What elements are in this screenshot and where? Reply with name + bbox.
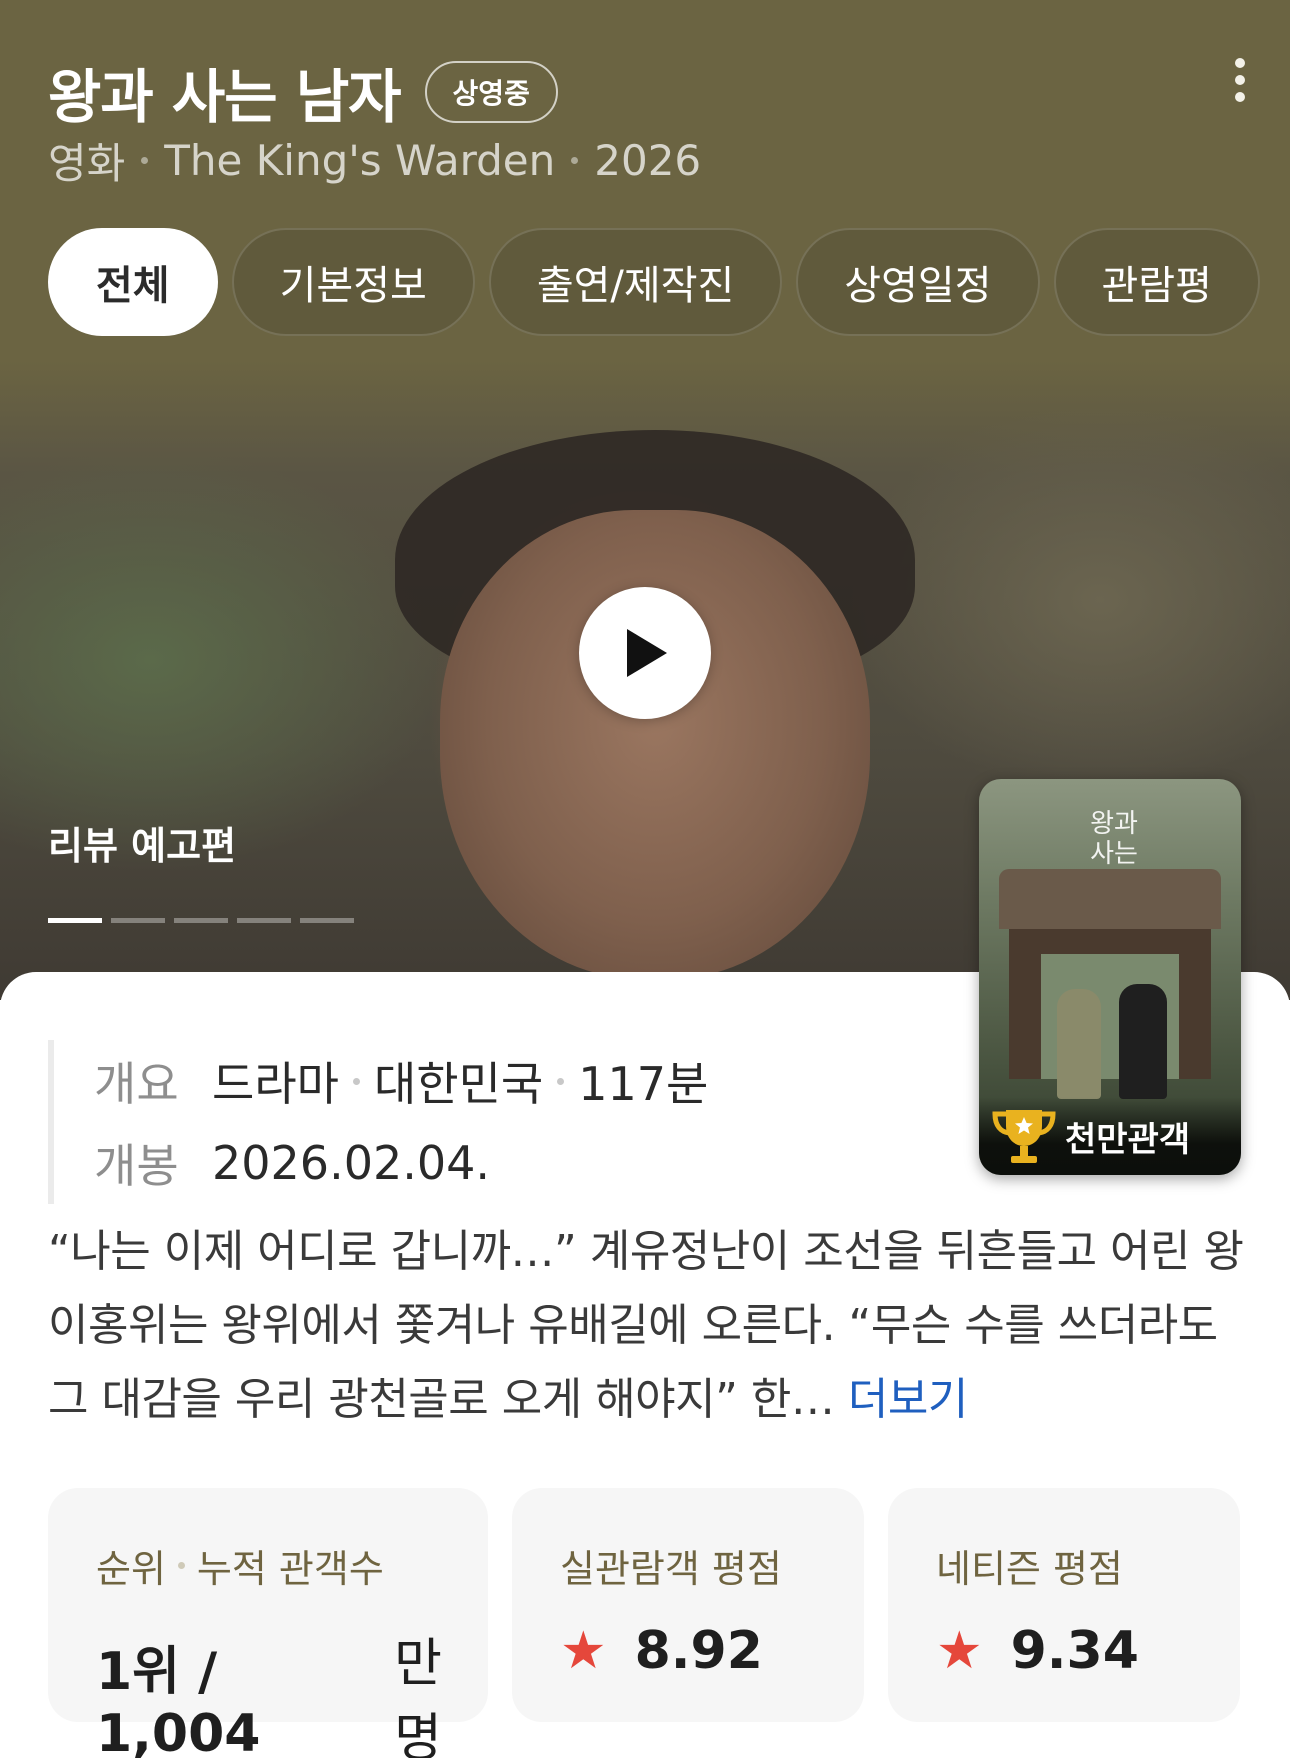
rank-label: 순위 <box>96 1547 166 1591</box>
play-button[interactable] <box>579 587 711 719</box>
stat-netizen-rating[interactable]: 네티즌 평점 ★ 9.34 <box>888 1488 1240 1722</box>
tab-basic-info[interactable]: 기본정보 <box>231 228 475 336</box>
stat-value: 1위 / 1,004 만명 <box>96 1621 488 1758</box>
pagination-dot[interactable] <box>111 918 165 923</box>
tab-bar: 전체 기본정보 출연/제작진 상영일정 관람평 <box>48 228 1274 336</box>
pagination-dot-active[interactable] <box>48 918 102 923</box>
movie-title: 왕과 사는 남자 <box>48 63 402 131</box>
info-overview: 개요 드라마 대한민국 117분 <box>94 1040 708 1122</box>
stat-viewer-rating[interactable]: 실관람객 평점 ★ 8.92 <box>512 1488 864 1722</box>
country: 대한민국 <box>373 1057 544 1111</box>
movie-info: 개요 드라마 대한민국 117분 개봉 2026.02.04. <box>48 1040 708 1204</box>
movie-english-title: The King's Warden <box>164 136 556 185</box>
pagination-dot[interactable] <box>174 918 228 923</box>
viewer-rating-label: 실관람객 평점 <box>560 1547 782 1591</box>
tab-cast-crew[interactable]: 출연/제작진 <box>488 228 783 336</box>
trailer-pagination <box>48 918 363 923</box>
trailer-label: 리뷰 예고편 <box>48 824 237 868</box>
poster-figure <box>1057 989 1101 1099</box>
separator-dot <box>177 1562 185 1569</box>
tab-all[interactable]: 전체 <box>48 228 218 336</box>
movie-category: 영화 <box>48 139 126 188</box>
separator-dot <box>141 157 149 164</box>
stat-value: ★ 9.34 <box>936 1621 1240 1681</box>
star-icon: ★ <box>560 1621 607 1681</box>
title-row: 왕과 사는 남자 상영중 <box>48 50 558 134</box>
stat-label: 순위 누적 관객수 <box>96 1538 488 1593</box>
pagination-dot[interactable] <box>300 918 354 923</box>
header: 왕과 사는 남자 상영중 영화 The King's Warden 2026 전… <box>0 0 1290 400</box>
movie-year: 2026 <box>594 136 702 185</box>
netizen-rating-label: 네티즌 평점 <box>936 1547 1123 1591</box>
poster-gate-roof <box>999 869 1221 929</box>
poster-figure <box>1119 984 1167 1099</box>
audience-unit: 만명 <box>394 1634 442 1758</box>
award-badge: 천만관객 <box>979 1097 1241 1175</box>
separator-dot <box>352 1077 360 1085</box>
stats-row: 순위 누적 관객수 1위 / 1,004 만명 실관람객 평점 ★ 8.92 네… <box>48 1488 1240 1758</box>
separator-dot <box>557 1077 565 1085</box>
runtime: 117분 <box>578 1057 709 1111</box>
pagination-dot[interactable] <box>237 918 291 923</box>
separator-dot <box>571 157 579 164</box>
netizen-rating-value: 9.34 <box>1010 1621 1139 1681</box>
stat-value: ★ 8.92 <box>560 1621 864 1681</box>
star-icon: ★ <box>936 1621 983 1681</box>
synopsis-more-link[interactable]: 더보기 <box>848 1374 968 1425</box>
tab-reviews[interactable]: 관람평 <box>1053 228 1260 336</box>
status-badge: 상영중 <box>424 61 558 123</box>
award-label: 천만관객 <box>1065 1119 1191 1160</box>
rank-audience-value: 1위 / 1,004 <box>96 1641 261 1758</box>
overview-value: 드라마 대한민국 117분 <box>212 1048 708 1114</box>
release-date: 2026.02.04. <box>212 1136 490 1190</box>
movie-poster[interactable]: 왕과 사는 남자 천만관객 <box>979 779 1241 1175</box>
more-vertical-icon[interactable] <box>1228 58 1252 102</box>
audience-label: 누적 관객수 <box>196 1547 384 1591</box>
play-icon <box>627 629 667 677</box>
viewer-rating-value: 8.92 <box>634 1621 763 1681</box>
overview-key: 개요 <box>94 1057 179 1111</box>
tab-showtimes[interactable]: 상영일정 <box>796 228 1040 336</box>
movie-subtitle: 영화 The King's Warden 2026 <box>48 130 701 191</box>
release-key: 개봉 <box>94 1139 179 1193</box>
synopsis: “나는 이제 어디로 갑니까…” 계유정난이 조선을 뒤흔들고 어린 왕 이홍위… <box>48 1215 1248 1437</box>
trailer-frame-face <box>440 510 870 980</box>
synopsis-text: “나는 이제 어디로 갑니까…” 계유정난이 조선을 뒤흔들고 어린 왕 이홍위… <box>48 1226 1244 1425</box>
info-release: 개봉 2026.02.04. <box>94 1122 708 1204</box>
genre: 드라마 <box>212 1057 339 1111</box>
stat-rank-audience[interactable]: 순위 누적 관객수 1위 / 1,004 만명 <box>48 1488 488 1758</box>
trophy-icon <box>992 1110 1056 1163</box>
